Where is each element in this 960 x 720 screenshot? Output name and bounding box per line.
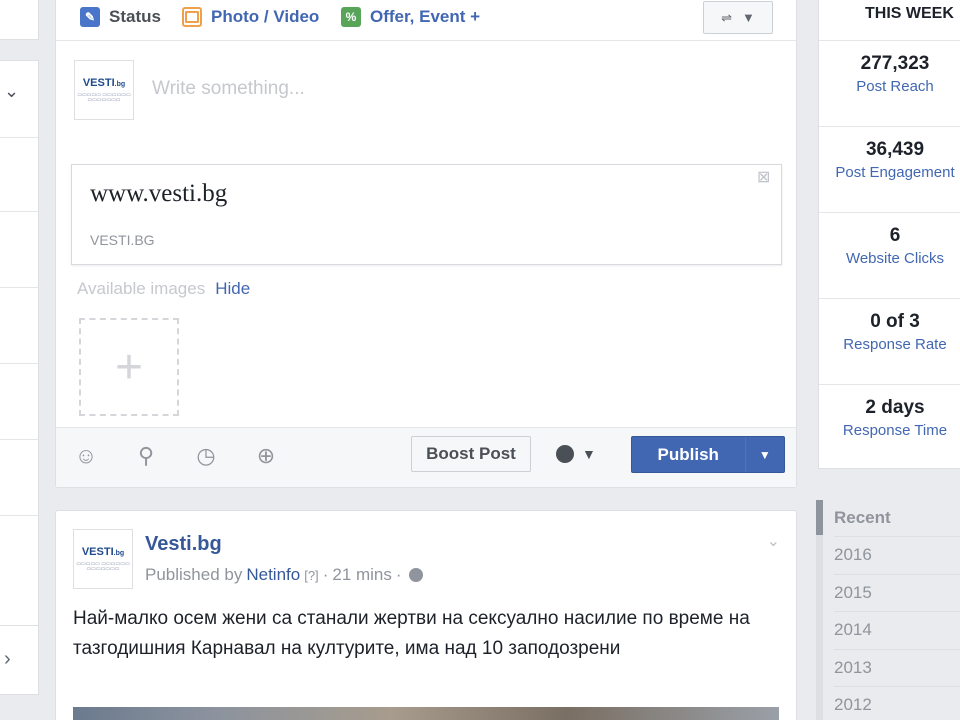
timeline-item-2016[interactable]: 2016	[834, 545, 872, 565]
options-icon: ⇌	[721, 9, 733, 25]
avatar: VESTI.bg ▭▭▭▭▭ ▭▭▭▭▭▭ ▭▭▭▭▭▭▭	[74, 60, 134, 120]
composer-footer: ☺ ⚲ ◷ ⊕ Boost Post ▼ Publish ▼	[56, 427, 796, 487]
tab-status[interactable]: ✎ Status	[80, 3, 161, 31]
chevron-right-icon[interactable]: ›	[4, 648, 11, 671]
composer-options-dropdown[interactable]: ⇌ ▼	[703, 1, 773, 34]
boost-post-button[interactable]: Boost Post	[411, 436, 531, 472]
tab-label: Photo / Video	[211, 7, 320, 26]
timeline-item-2013[interactable]: 2013	[834, 658, 872, 678]
tab-label: Offer, Event +	[370, 7, 481, 26]
close-icon[interactable]: ⊠	[757, 170, 773, 186]
caret-down-icon[interactable]: ▼	[744, 437, 784, 472]
post-text: Най-малко осем жени са станали жертви на…	[73, 608, 750, 659]
link-preview-card[interactable]: www.vesti.bg VESTI.BG ⊠	[71, 164, 782, 265]
post-page-name[interactable]: Vesti.bg	[145, 533, 222, 556]
left-column: ⌄ ›	[0, 0, 39, 720]
globe-icon	[408, 568, 423, 582]
chevron-down-icon[interactable]: ⌄	[4, 81, 19, 102]
logo-tagline: ▭▭▭▭▭ ▭▭▭▭▭▭ ▭▭▭▭▭▭▭	[77, 91, 131, 103]
divider	[834, 686, 960, 687]
timeline-scroll-thumb[interactable]	[816, 500, 823, 535]
status-input[interactable]: Write something...	[152, 78, 305, 100]
stat-post-engagement[interactable]: 36,439 Post Engagement	[819, 126, 960, 212]
timeline-scrollbar[interactable]	[816, 500, 823, 720]
location-pin-icon[interactable]: ⚲	[132, 442, 160, 470]
tab-photo-video[interactable]: Photo / Video	[182, 3, 319, 31]
available-images-row: Available images Hide	[77, 279, 250, 299]
timeline-item-2014[interactable]: 2014	[834, 620, 872, 640]
stat-label[interactable]: Website Clicks	[802, 250, 960, 267]
divider	[0, 137, 38, 138]
divider	[0, 363, 38, 364]
divider	[834, 649, 960, 650]
divider	[0, 211, 38, 212]
post-image[interactable]	[73, 707, 779, 720]
timeline-year-nav: Recent 2016 2015 2014 2013 2012	[816, 500, 960, 720]
timeline-item-2015[interactable]: 2015	[834, 583, 872, 603]
plus-icon: +	[114, 340, 144, 394]
page-logo: VESTI.bg	[82, 76, 126, 89]
link-preview-title: www.vesti.bg	[90, 180, 228, 207]
available-images-label: Available images	[77, 279, 206, 298]
stat-label[interactable]: Response Rate	[802, 336, 960, 353]
stat-response-rate[interactable]: 0 of 3 Response Rate	[819, 298, 960, 384]
globe-icon	[556, 445, 574, 463]
post-meta: Published by Netinfo [?] · 21 mins ·	[145, 565, 423, 585]
clock-icon[interactable]: ◷	[192, 442, 220, 470]
insights-header: THIS WEEK	[865, 5, 954, 22]
chevron-down-icon[interactable]: ⌄	[767, 531, 780, 551]
publish-button[interactable]: Publish ▼	[631, 436, 785, 473]
stat-value: 277,323	[860, 53, 930, 74]
feed-post: VESTI.bg ▭▭▭▭▭ ▭▭▭▭▭▭ ▭▭▭▭▭▭▭ Vesti.bg Pu…	[55, 510, 797, 720]
pencil-icon: ✎	[80, 7, 100, 27]
left-card-bottom: ›	[0, 625, 39, 695]
hide-link[interactable]: Hide	[215, 279, 250, 298]
left-card-top	[0, 0, 39, 40]
smiley-icon[interactable]: ☺	[72, 442, 100, 470]
publish-label: Publish	[657, 444, 719, 464]
timeline-item-recent[interactable]: Recent	[834, 508, 891, 528]
publisher-link[interactable]: Netinfo	[246, 565, 300, 585]
photo-icon	[182, 7, 202, 27]
stat-post-reach[interactable]: 277,323 Post Reach	[819, 40, 960, 126]
stat-response-time[interactable]: 2 days Response Time	[819, 384, 960, 470]
tab-offer-event[interactable]: % Offer, Event +	[341, 3, 480, 31]
separator: ·	[322, 565, 329, 584]
add-image-button[interactable]: +	[79, 318, 179, 416]
left-card-menu: ⌄	[0, 60, 39, 640]
post-composer: ✎ Status Photo / Video % Offer, Event + …	[55, 0, 797, 488]
stat-label[interactable]: Response Time	[802, 422, 960, 439]
published-by-label: Published by	[145, 565, 243, 584]
stat-label[interactable]: Post Reach	[802, 78, 960, 95]
target-icon[interactable]: ⊕	[252, 442, 280, 470]
separator: ·	[395, 565, 402, 584]
composer-tabs: ✎ Status Photo / Video % Offer, Event + …	[56, 0, 796, 41]
divider	[834, 611, 960, 612]
avatar[interactable]: VESTI.bg ▭▭▭▭▭ ▭▭▭▭▭▭ ▭▭▭▭▭▭▭	[73, 529, 133, 589]
caret-down-icon: ▼	[582, 446, 596, 462]
tab-label: Status	[109, 7, 161, 26]
stat-value: 36,439	[865, 139, 925, 160]
stat-value: 0 of 3	[870, 311, 920, 332]
timeline-item-2012[interactable]: 2012	[834, 695, 872, 715]
divider	[0, 439, 38, 440]
post-time[interactable]: 21 mins	[332, 565, 392, 585]
logo-tagline: ▭▭▭▭▭ ▭▭▭▭▭▭ ▭▭▭▭▭▭▭	[76, 560, 130, 572]
divider	[834, 536, 960, 537]
offer-icon: %	[341, 7, 361, 27]
stat-website-clicks[interactable]: 6 Website Clicks	[819, 212, 960, 298]
audience-selector[interactable]: ▼	[556, 440, 606, 468]
divider	[0, 515, 38, 516]
insights-panel: THIS WEEK 277,323 Post Reach 36,439 Post…	[818, 0, 960, 469]
page-logo: VESTI.bg	[81, 545, 125, 558]
divider	[0, 287, 38, 288]
stat-value: 6	[889, 225, 901, 246]
stat-label[interactable]: Post Engagement	[802, 164, 960, 181]
stat-value: 2 days	[865, 397, 925, 418]
help-link[interactable]: [?]	[304, 568, 318, 583]
link-preview-domain: VESTI.BG	[90, 232, 155, 248]
caret-down-icon: ▼	[742, 10, 755, 25]
divider	[834, 574, 960, 575]
